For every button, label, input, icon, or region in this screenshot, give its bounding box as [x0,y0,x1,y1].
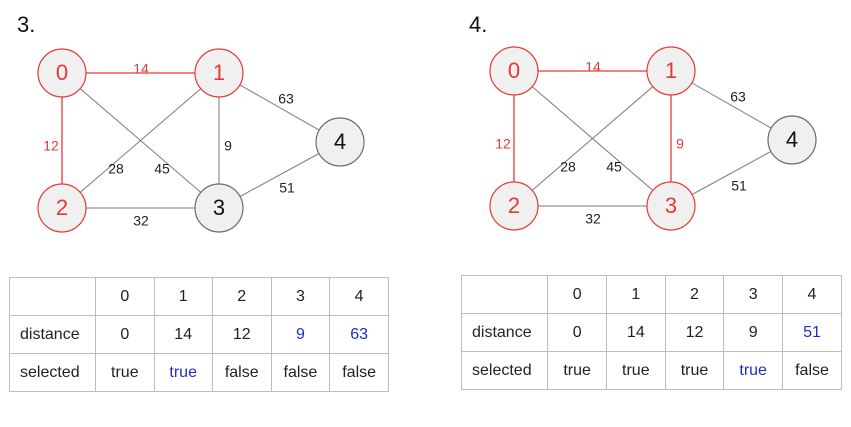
table-cell: true [723,351,783,390]
table-row-selected: selected true true true true false [460,351,842,390]
header-cell-node-1: 1 [153,277,213,316]
node-label: 2 [508,193,520,218]
table-header-row: 01234 [460,275,842,314]
node-label: 3 [665,193,677,218]
edge-weight-label: 14 [585,59,601,75]
table-cell: 0 [547,313,607,352]
edge-weight-label: 63 [730,89,746,105]
table-row-selected: selected true true false false false [8,353,389,392]
node-2: 2 [37,183,87,233]
edge-weight-label: 32 [585,211,601,227]
table-cell: true [664,351,725,390]
header-cell-node-2: 2 [211,277,272,316]
node-label: 2 [56,195,68,220]
edge-weight-label: 14 [133,61,149,77]
node-label: 3 [213,195,225,220]
step-3-panel: 3. 14 12 45 28 9 63 32 51 0 1 2 3 4 0 1 2 3 4 distance 0 14… [0,0,425,427]
row-label: selected [8,353,97,392]
edge-weight-label: 63 [278,91,294,107]
graph-diagram: 1412452896332510 12 34 [489,46,817,231]
header-cell-node-3: 3 [723,275,783,314]
edge-weight-label: 32 [133,213,149,229]
table-cell: false [782,351,842,390]
header-cell-node-0: 0 [95,277,155,316]
node-3: 3 [646,181,696,231]
node-0: 0 [37,48,87,98]
table-row-distance: distance 0 14 12 9 51 [460,313,842,352]
table-cell: false [329,353,389,392]
step-4-panel: 4. 14 12 45 28 9 63 32 51 0 1 2 3 4 0 1 2 3 4 distance 0 14… [453,0,851,427]
node-label: 0 [508,58,520,83]
table-cell: 14 [153,315,213,354]
table-row-distance: distance 0 14 12 9 63 [8,315,389,354]
graph-diagram: 1412452896332510 12 34 [37,48,365,233]
state-table: 0 1 2 3 4 distance 0 14 12 9 51 selected true true tru… [460,275,842,390]
table-cell: 14 [605,313,666,352]
table-cell: false [211,353,272,392]
edge-weight-label: 12 [495,136,511,152]
header-cell-node-1: 1 [605,275,666,314]
node-label: 0 [56,60,68,85]
table-cell: false [270,353,331,392]
node-label: 1 [665,58,677,83]
node-4: 4 [767,115,817,165]
node-1: 1 [194,48,244,98]
table-cell: 12 [211,315,272,354]
edge-weight-label: 28 [560,159,576,175]
row-label: selected [460,351,549,390]
row-label: distance [460,313,549,352]
table-cell: true [95,353,155,392]
table-cell: 63 [329,315,389,354]
header-cell-node-4: 4 [782,275,842,314]
edge-weight-label: 51 [279,180,295,196]
table-cell: 9 [270,315,331,354]
node-1: 1 [646,46,696,96]
edge-weight-label: 9 [224,138,232,154]
edge-weight-label: 9 [676,136,684,152]
edge-weight-label: 12 [43,138,59,154]
node-2: 2 [489,181,539,231]
header-corner-cell [8,277,97,316]
table-cell: 0 [95,315,155,354]
edge-weight-label: 45 [606,159,622,175]
header-cell-node-3: 3 [270,277,331,316]
table-cell: true [605,351,666,390]
node-label: 4 [334,129,346,154]
node-4: 4 [315,117,365,167]
edge-weight-label: 28 [108,161,124,177]
edge-weight-label: 51 [731,178,747,194]
node-label: 4 [786,127,798,152]
table-cell: true [153,353,213,392]
header-cell-node-0: 0 [547,275,607,314]
node-0: 0 [489,46,539,96]
table-cell: 12 [664,313,725,352]
header-cell-node-4: 4 [329,277,389,316]
node-3: 3 [194,183,244,233]
table-header-row: 01234 [8,277,389,316]
node-label: 1 [213,60,225,85]
header-cell-node-2: 2 [664,275,725,314]
table-cell: 51 [782,313,842,352]
header-corner-cell [460,275,549,314]
table-cell: true [547,351,607,390]
table-cell: 9 [723,313,783,352]
row-label: distance [8,315,97,354]
edge-weight-label: 45 [154,161,170,177]
state-table: 0 1 2 3 4 distance 0 14 12 9 63 selected true true fal… [8,277,389,392]
